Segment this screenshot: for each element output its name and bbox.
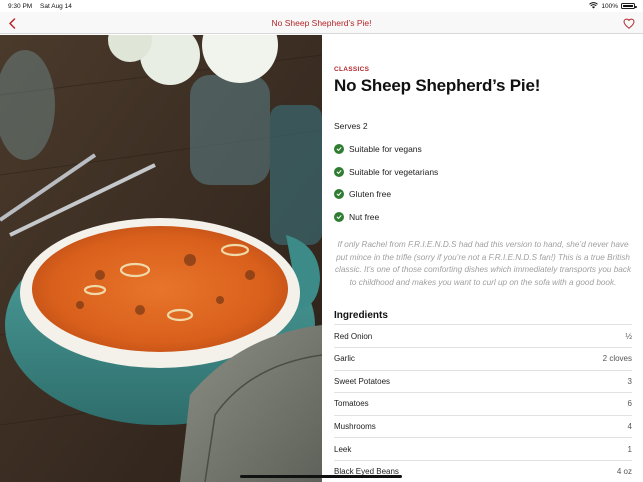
ingredient-row[interactable]: Garlic 2 cloves bbox=[334, 348, 632, 371]
battery-fill bbox=[623, 5, 633, 7]
recipe-photo bbox=[0, 35, 322, 482]
shepherds-pie-photo bbox=[0, 35, 322, 482]
favorite-button[interactable] bbox=[621, 15, 637, 31]
status-right: 100% bbox=[589, 1, 637, 11]
ingredient-quantity: 1 bbox=[627, 444, 632, 454]
status-time: 9:30 PM bbox=[8, 2, 33, 10]
ingredient-quantity: 4 bbox=[627, 422, 632, 432]
heart-icon bbox=[623, 18, 635, 29]
recipe-detail-panel[interactable]: CLASSICS No Sheep Shepherd’s Pie! Serves… bbox=[322, 35, 643, 482]
ingredient-name: Mushrooms bbox=[334, 422, 376, 432]
ingredient-quantity: ½ bbox=[625, 331, 632, 341]
status-bar: 9:30 PM Sat Aug 14 100% bbox=[0, 0, 643, 12]
ingredient-quantity: 2 cloves bbox=[602, 354, 632, 364]
checkmark-icon bbox=[334, 166, 344, 177]
ingredient-name: Garlic bbox=[334, 354, 355, 364]
ingredient-quantity: 6 bbox=[627, 399, 632, 409]
ingredient-row[interactable]: Red Onion ½ bbox=[334, 325, 632, 348]
recipe-title: No Sheep Shepherd’s Pie! bbox=[334, 76, 541, 95]
ingredients-heading: Ingredients bbox=[334, 310, 632, 326]
battery-icon bbox=[621, 3, 637, 9]
ingredient-row[interactable]: Mushrooms 4 bbox=[334, 416, 632, 439]
ingredient-row[interactable]: Black Eyed Beans 4 oz bbox=[334, 461, 632, 482]
diet-item-vegetarian: Suitable for vegetarians bbox=[334, 161, 632, 184]
diet-label: Suitable for vegans bbox=[349, 144, 422, 155]
ingredient-row[interactable]: Leek 1 bbox=[334, 438, 632, 461]
checkmark-icon bbox=[334, 211, 344, 222]
nav-title: No Sheep Shepherd’s Pie! bbox=[271, 17, 372, 28]
status-left: 9:30 PM Sat Aug 14 bbox=[8, 3, 78, 10]
diet-list: Suitable for vegans Suitable for vegetar… bbox=[334, 138, 632, 228]
checkmark-icon bbox=[334, 144, 344, 155]
diet-item-gluten-free: Gluten free bbox=[334, 183, 632, 206]
recipe-description: If only Rachel from F.R.I.E.N.D.S had ha… bbox=[334, 240, 632, 287]
ingredient-quantity: 3 bbox=[627, 376, 632, 386]
ingredient-row[interactable]: Sweet Potatoes 3 bbox=[334, 371, 632, 394]
ingredient-quantity: 4 oz bbox=[616, 467, 632, 477]
ingredients-list: Red Onion ½ Garlic 2 cloves Sweet Potato… bbox=[334, 325, 632, 482]
serves-label: Serves 2 bbox=[334, 121, 368, 131]
ingredient-name: Red Onion bbox=[334, 331, 373, 341]
home-indicator[interactable] bbox=[240, 475, 402, 478]
diet-label: Nut free bbox=[349, 211, 380, 222]
ingredient-name: Tomatoes bbox=[334, 399, 369, 409]
ingredient-name: Sweet Potatoes bbox=[334, 376, 391, 386]
ingredient-row[interactable]: Tomatoes 6 bbox=[334, 393, 632, 416]
battery-percent: 100% bbox=[601, 2, 618, 10]
back-chevron-icon bbox=[9, 17, 16, 29]
diet-item-vegan: Suitable for vegans bbox=[334, 138, 632, 161]
checkmark-icon bbox=[334, 189, 344, 200]
recipe-category: CLASSICS bbox=[334, 66, 370, 73]
back-button[interactable] bbox=[4, 15, 20, 31]
navigation-bar: No Sheep Shepherd’s Pie! bbox=[0, 12, 643, 34]
diet-label: Suitable for vegetarians bbox=[349, 166, 439, 177]
wifi-icon bbox=[589, 1, 599, 11]
status-date: Sat Aug 14 bbox=[40, 2, 72, 10]
diet-label: Gluten free bbox=[349, 189, 392, 200]
ingredient-name: Leek bbox=[334, 444, 352, 454]
diet-item-nut-free: Nut free bbox=[334, 206, 632, 229]
